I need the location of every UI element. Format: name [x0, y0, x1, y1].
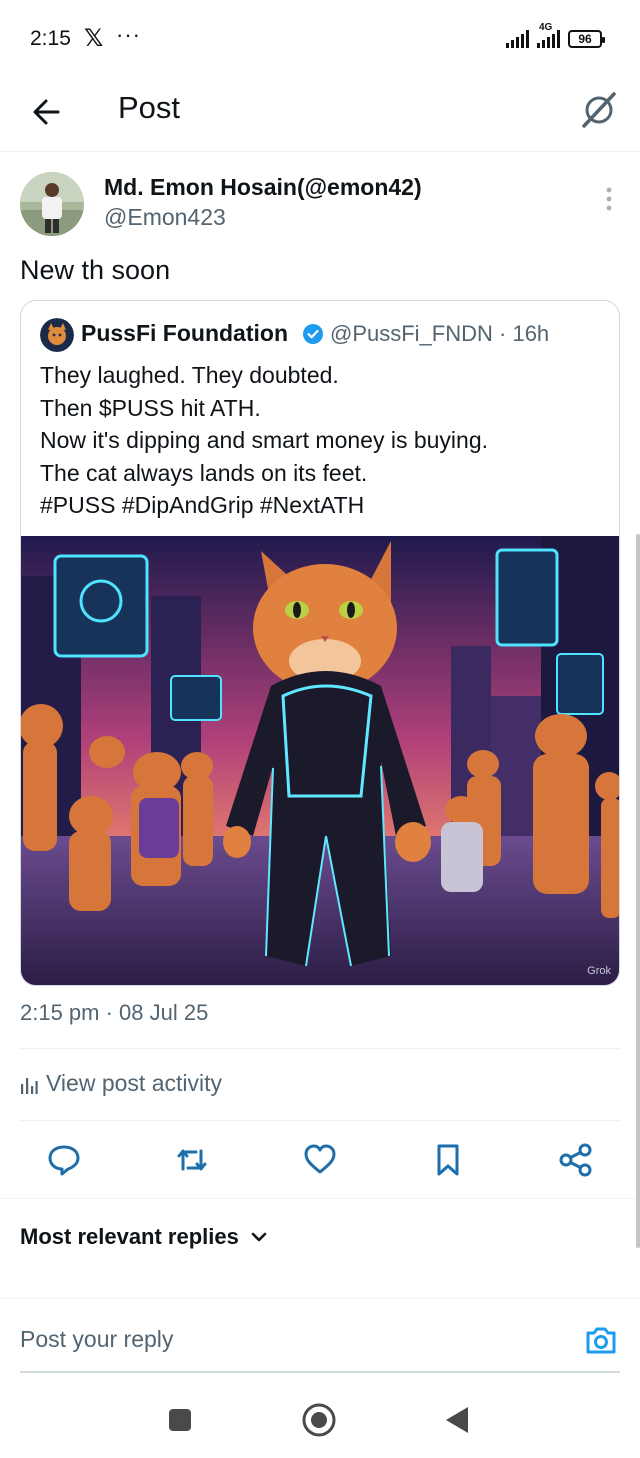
replies-sort-dropdown[interactable]: Most relevant replies: [20, 1224, 267, 1250]
quote-line: Now it's dipping and smart money is buyi…: [40, 427, 488, 453]
back-nav-icon[interactable]: [438, 1400, 478, 1440]
divider: [0, 1198, 640, 1199]
page-title: Post: [118, 90, 181, 125]
status-indicators: 4G 96: [506, 22, 605, 48]
reply-input-underline: [20, 1371, 620, 1373]
battery-icon: 96: [568, 30, 605, 48]
quoted-post[interactable]: PussFi Foundation @PussFi_FNDN · 16h The…: [20, 300, 620, 986]
mobile-data-icon: 4G: [537, 22, 560, 48]
signal-icon: [506, 30, 529, 48]
quote-hashtags: #PUSS #DipAndGrip #NextATH: [40, 492, 365, 518]
share-icon[interactable]: [558, 1142, 594, 1178]
network-type: 4G: [539, 22, 553, 33]
reply-composer: Post your reply: [0, 1298, 640, 1373]
post-timestamp: 2:15 pm · 08 Jul 25: [20, 1000, 209, 1025]
post-actions: [0, 1136, 640, 1186]
arrow-left-icon[interactable]: [28, 92, 68, 132]
post-activity-label: View post activity: [46, 1070, 222, 1096]
quote-avatar: [40, 318, 74, 352]
bookmark-icon[interactable]: [430, 1142, 466, 1178]
author-handle[interactable]: @Emon423: [104, 204, 226, 231]
quote-line: The cat always lands on its feet.: [40, 459, 368, 486]
post-image[interactable]: Grok: [21, 536, 619, 985]
home-icon[interactable]: [299, 1400, 339, 1440]
grok-icon[interactable]: [580, 88, 618, 130]
divider: [20, 1048, 620, 1049]
avatar[interactable]: [20, 172, 84, 236]
status-bar: 2:15 𝕏 ··· 4G 96: [0, 0, 640, 76]
replies-sort-label: Most relevant replies: [20, 1224, 239, 1249]
verified-badge-icon: [302, 323, 324, 345]
quote-author-name: PussFi Foundation: [81, 320, 288, 346]
more-options-icon[interactable]: [604, 186, 614, 212]
quote-line: They laughed. They doubted.: [40, 362, 339, 388]
reply-input[interactable]: Post your reply: [20, 1326, 173, 1353]
post-activity-link[interactable]: View post activity: [20, 1070, 222, 1097]
battery-level: 96: [578, 32, 592, 46]
quote-handle-time: @PussFi_FNDN · 16h: [330, 321, 550, 346]
like-icon[interactable]: [302, 1142, 338, 1178]
author-name[interactable]: Md. Emon Hosain(@emon42): [104, 174, 422, 201]
quote-text: They laughed. They doubted. Then $PUSS h…: [40, 359, 610, 522]
analytics-icon: [21, 1077, 38, 1094]
repost-icon[interactable]: [174, 1142, 210, 1178]
quote-line: Then $PUSS hit ATH.: [40, 394, 261, 421]
app-bar: Post: [0, 76, 640, 152]
x-logo-icon: 𝕏: [84, 25, 104, 52]
image-grok-badge: Grok: [587, 965, 611, 977]
status-time: 2:15: [30, 27, 71, 50]
scrollbar[interactable]: [636, 534, 640, 1248]
camera-icon[interactable]: [584, 1323, 618, 1357]
status-overflow: ···: [116, 22, 141, 47]
reply-icon[interactable]: [46, 1142, 82, 1178]
divider: [20, 1120, 620, 1121]
chevron-down-icon: [251, 1232, 267, 1242]
post-text: New th soon: [20, 255, 171, 285]
system-nav-bar: [0, 1386, 640, 1458]
recents-icon[interactable]: [160, 1400, 200, 1440]
